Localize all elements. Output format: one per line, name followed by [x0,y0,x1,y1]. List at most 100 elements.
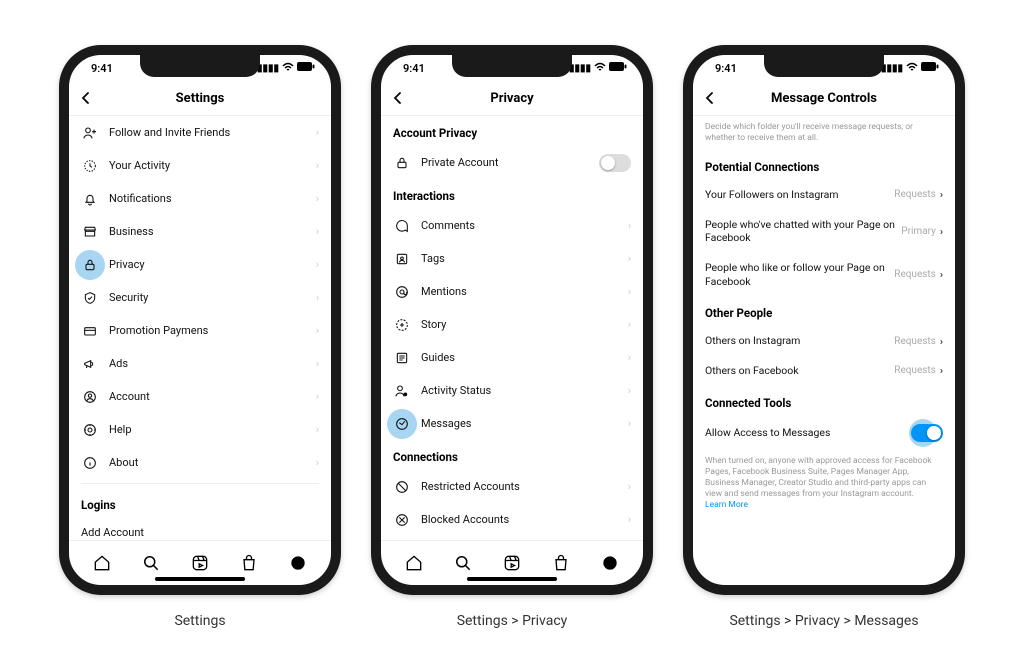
row-account[interactable]: Account › [69,380,331,413]
tab-search[interactable] [141,553,161,573]
footer-text: When turned on, anyone with approved acc… [705,456,932,499]
allow-access-toggle[interactable] [911,424,943,442]
chevron-right-icon: › [628,252,631,265]
chevron-right-icon: › [628,417,631,430]
row-allow-access[interactable]: Allow Access to Messages [693,416,955,450]
footer-description: When turned on, anyone with approved acc… [693,450,955,517]
row-private-account[interactable]: Private Account [381,146,643,179]
row-ads[interactable]: Ads › [69,347,331,380]
back-button[interactable] [703,88,717,108]
signal-icon: ▮▮▮▮ [881,63,903,74]
status-time: 9:41 [403,62,453,75]
row-mentions[interactable]: Mentions › [381,275,643,308]
phone-privacy: 9:41 ▮▮▮▮ Privacy Account Privacy Privat… [371,45,653,595]
row-like-follow-page-fb[interactable]: People who like or follow your Page on F… [693,253,955,296]
tab-shop[interactable] [551,553,571,573]
battery-icon [609,62,627,74]
chevron-right-icon: › [316,357,319,370]
row-comments[interactable]: Comments › [381,209,643,242]
row-label: Tags [421,252,628,265]
chevron-right-icon: › [316,225,319,238]
chevron-right-icon: › [940,268,943,281]
private-account-toggle[interactable] [599,154,631,172]
help-icon [81,421,99,439]
row-notifications[interactable]: Notifications › [69,182,331,215]
row-story[interactable]: Story › [381,308,643,341]
card-icon [81,322,99,340]
comment-icon [393,217,411,235]
section-connections: Connections [381,440,643,470]
chevron-right-icon: › [316,258,319,271]
row-label: Security [109,291,316,304]
chevron-right-icon: › [628,219,631,232]
row-blocked[interactable]: Blocked Accounts › [381,503,643,536]
row-guides[interactable]: Guides › [381,341,643,374]
back-button[interactable] [79,88,93,108]
row-others-facebook[interactable]: Others on Facebook Requests › [693,356,955,386]
row-tags[interactable]: Tags › [381,242,643,275]
tab-home[interactable] [404,553,424,573]
chevron-right-icon: › [940,335,943,348]
row-activity-status[interactable]: Activity Status › [381,374,643,407]
learn-more-link[interactable]: Learn More [705,500,943,511]
blocked-icon [393,511,411,529]
row-label: Activity Status [421,384,628,397]
divider [81,483,319,484]
row-privacy[interactable]: Privacy › [69,248,331,281]
notch [140,55,260,77]
back-button[interactable] [391,88,405,108]
row-value: Requests [894,365,936,376]
captions-row: Settings Settings > Privacy Settings > P… [0,613,1024,629]
lock-icon [81,256,99,274]
row-restricted[interactable]: Restricted Accounts › [381,470,643,503]
chevron-right-icon: › [316,159,319,172]
row-promotion-payments[interactable]: Promotion Paymens › [69,314,331,347]
row-security[interactable]: Security › [69,281,331,314]
row-value: Primary [901,226,936,237]
mention-icon [393,283,411,301]
row-label: Follow and Invite Friends [109,126,316,139]
store-icon [81,223,99,241]
wifi-icon [594,62,606,75]
chevron-right-icon: › [940,364,943,377]
guides-icon [393,349,411,367]
chevron-right-icon: › [628,285,631,298]
tab-search[interactable] [453,553,473,573]
tab-profile[interactable] [600,553,620,573]
row-label: Help [109,423,316,436]
tab-shop[interactable] [239,553,259,573]
row-others-instagram[interactable]: Others on Instagram Requests › [693,326,955,356]
row-label: Your Followers on Instagram [705,188,894,202]
row-your-activity[interactable]: Your Activity › [69,149,331,182]
section-potential: Potential Connections [693,150,955,180]
settings-list: Follow and Invite Friends › Your Activit… [69,116,331,540]
row-about[interactable]: About › [69,446,331,479]
account-icon [81,388,99,406]
row-follow-invite[interactable]: Follow and Invite Friends › [69,116,331,149]
row-label: Notifications [109,192,316,205]
caption-3: Settings > Privacy > Messages [683,613,965,629]
add-account-link[interactable]: Add Account [69,518,331,540]
bell-icon [81,190,99,208]
info-icon [81,454,99,472]
tab-reels[interactable] [502,553,522,573]
chevron-right-icon: › [316,423,319,436]
tab-profile[interactable] [288,553,308,573]
row-label: Guides [421,351,628,364]
row-messages[interactable]: Messages › [381,407,643,440]
tab-reels[interactable] [190,553,210,573]
phone-message-controls: 9:41 ▮▮▮▮ Message Controls Decide which … [683,45,965,595]
nav-header: Settings [69,81,331,116]
chevron-right-icon: › [316,324,319,337]
row-chatted-page-fb[interactable]: People who've chatted with your Page on … [693,210,955,253]
chevron-right-icon: › [940,225,943,238]
row-label: Ads [109,357,316,370]
chevron-right-icon: › [628,351,631,364]
row-business[interactable]: Business › [69,215,331,248]
row-followers-instagram[interactable]: Your Followers on Instagram Requests › [693,180,955,210]
status-icons: ▮▮▮▮ [881,62,939,75]
section-other-people: Other People [693,296,955,326]
row-help[interactable]: Help › [69,413,331,446]
tab-home[interactable] [92,553,112,573]
status-time: 9:41 [91,62,141,75]
